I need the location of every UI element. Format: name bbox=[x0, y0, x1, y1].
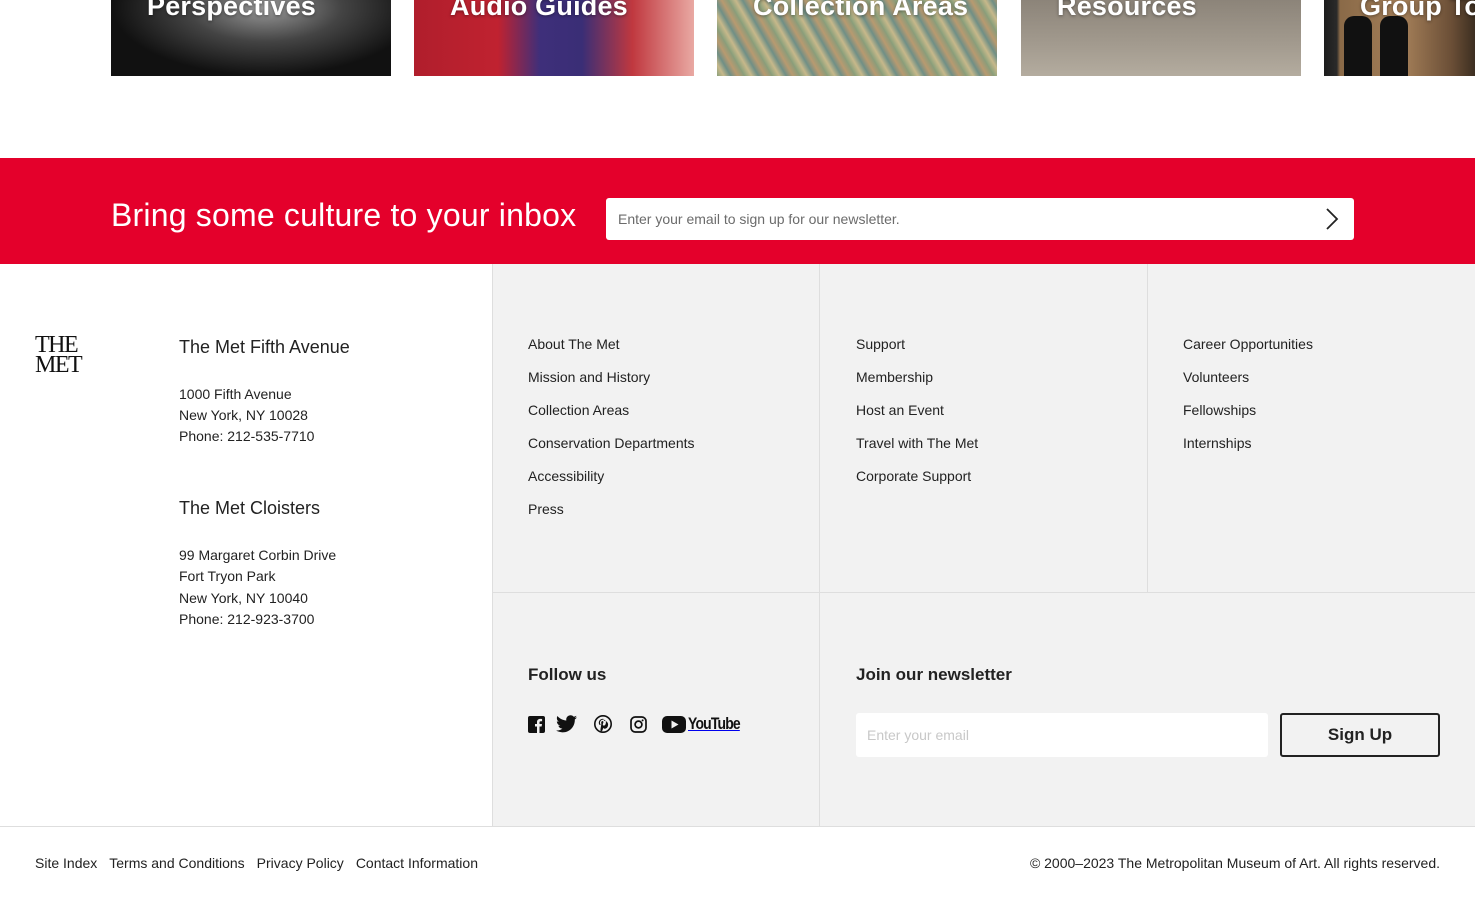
footer-links-support: Support Membership Host an Event Travel … bbox=[856, 336, 978, 501]
footer-link-internships[interactable]: Internships bbox=[1183, 435, 1313, 468]
footer-link-travel-with-the-met[interactable]: Travel with The Met bbox=[856, 435, 978, 468]
privacy-policy-link[interactable]: Privacy Policy bbox=[257, 855, 344, 871]
footer-link-corporate-support[interactable]: Corporate Support bbox=[856, 468, 978, 501]
join-newsletter-title: Join our newsletter bbox=[856, 665, 1012, 684]
footer-link-volunteers[interactable]: Volunteers bbox=[1183, 369, 1313, 402]
location-address-line: New York, NY 10040 bbox=[179, 590, 308, 606]
footer-link-host-an-event[interactable]: Host an Event bbox=[856, 402, 978, 435]
card-collection-areas[interactable]: Collection Areas bbox=[717, 0, 997, 76]
terms-and-conditions-link[interactable]: Terms and Conditions bbox=[109, 855, 244, 871]
card-label: Audio Guides bbox=[450, 0, 628, 21]
contact-information-link[interactable]: Contact Information bbox=[356, 855, 478, 871]
location-address-line: New York, NY 10028 bbox=[179, 407, 308, 423]
footer-link-career-opportunities[interactable]: Career Opportunities bbox=[1183, 336, 1313, 369]
footer-link-conservation-departments[interactable]: Conservation Departments bbox=[528, 435, 695, 468]
location-address-line: 99 Margaret Corbin Drive bbox=[179, 547, 337, 563]
card-label: Resources bbox=[1057, 0, 1197, 21]
logo-line: MET bbox=[35, 352, 83, 378]
footer-links-about: About The Met Mission and History Collec… bbox=[528, 336, 695, 534]
the-met-logo[interactable]: THE MET bbox=[35, 333, 83, 378]
footer-link-fellowships[interactable]: Fellowships bbox=[1183, 402, 1313, 435]
divider bbox=[492, 264, 493, 827]
site-index-link[interactable]: Site Index bbox=[35, 855, 97, 871]
youtube-link[interactable]: YouTube bbox=[662, 713, 751, 735]
footer-link-about-the-met[interactable]: About The Met bbox=[528, 336, 695, 369]
card-resources[interactable]: Resources bbox=[1021, 0, 1301, 76]
footer-link-collection-areas[interactable]: Collection Areas bbox=[528, 402, 695, 435]
divider bbox=[819, 264, 820, 827]
follow-us-title: Follow us bbox=[528, 665, 607, 684]
location-title-fifth-avenue: The Met Fifth Avenue bbox=[179, 337, 350, 357]
location-address-line: Fort Tryon Park bbox=[179, 568, 276, 584]
youtube-wordmark: YouTube bbox=[688, 714, 741, 733]
card-label: Collection Areas bbox=[753, 0, 969, 21]
location-phone[interactable]: Phone: 212-923-3700 bbox=[179, 611, 314, 627]
location-phone[interactable]: Phone: 212-535-7710 bbox=[179, 428, 314, 444]
card-group-tours[interactable]: Group Tou bbox=[1324, 0, 1475, 76]
card-audio-guides[interactable]: Audio Guides bbox=[414, 0, 694, 76]
card-perspectives[interactable]: Perspectives bbox=[111, 0, 391, 76]
footer-link-support[interactable]: Support bbox=[856, 336, 978, 369]
copyright-notice: © 2000–2023 The Metropolitan Museum of A… bbox=[1029, 855, 1440, 871]
sign-up-button[interactable]: Sign Up bbox=[1280, 713, 1440, 757]
newsletter-band-email-input[interactable] bbox=[606, 198, 1306, 240]
location-address-line: 1000 Fifth Avenue bbox=[179, 386, 292, 402]
newsletter-band-submit-button[interactable] bbox=[1318, 204, 1346, 234]
facebook-icon bbox=[528, 715, 545, 733]
pinterest-icon bbox=[594, 715, 612, 733]
twitter-link[interactable] bbox=[556, 713, 577, 735]
divider bbox=[1147, 264, 1148, 593]
instagram-icon bbox=[630, 715, 647, 733]
footer-links-careers: Career Opportunities Volunteers Fellowsh… bbox=[1183, 336, 1313, 468]
twitter-icon bbox=[556, 715, 577, 733]
pinterest-link[interactable] bbox=[594, 713, 612, 735]
footer-link-mission-and-history[interactable]: Mission and History bbox=[528, 369, 695, 402]
divider bbox=[492, 592, 1475, 593]
divider bbox=[0, 826, 1475, 827]
explore-cards: Perspectives Audio Guides Collection Are… bbox=[0, 0, 1475, 76]
footer-link-press[interactable]: Press bbox=[528, 501, 695, 534]
footer-link-membership[interactable]: Membership bbox=[856, 369, 978, 402]
legal-links: Site Index Terms and Conditions Privacy … bbox=[35, 855, 478, 871]
card-image-figure bbox=[1380, 16, 1408, 76]
location-title-cloisters: The Met Cloisters bbox=[179, 498, 321, 518]
newsletter-band-title: Bring some culture to your inbox bbox=[111, 197, 577, 233]
join-newsletter-email-input[interactable] bbox=[856, 713, 1268, 757]
newsletter-band-form bbox=[606, 198, 1354, 240]
chevron-right-icon bbox=[1326, 208, 1339, 230]
footer-link-accessibility[interactable]: Accessibility bbox=[528, 468, 695, 501]
instagram-link[interactable] bbox=[630, 713, 647, 735]
facebook-link[interactable] bbox=[528, 713, 545, 735]
card-image-figure bbox=[1344, 16, 1372, 76]
card-label: Group Tou bbox=[1360, 0, 1475, 21]
card-label: Perspectives bbox=[147, 0, 317, 21]
youtube-icon bbox=[662, 715, 686, 733]
